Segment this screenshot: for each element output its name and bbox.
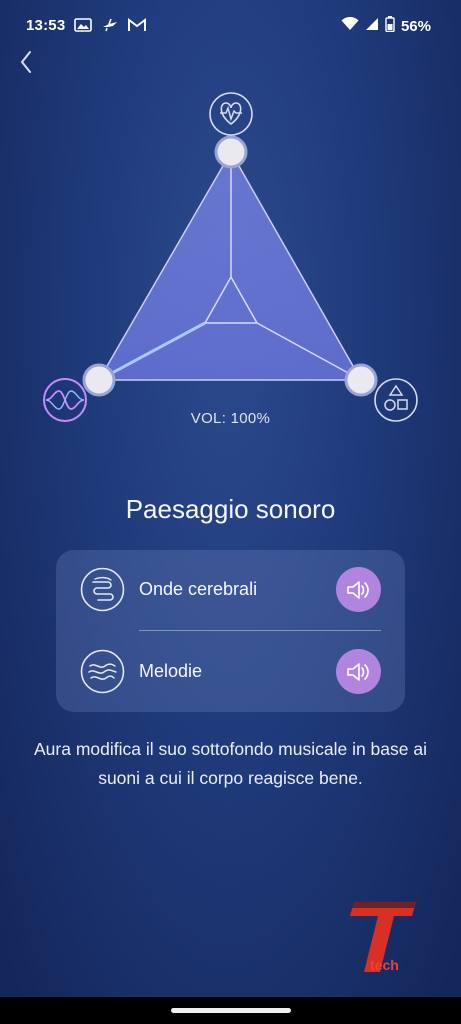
right-handle[interactable] [344,363,378,397]
sound-row-label: Onde cerebrali [139,579,258,599]
status-right: 56% [341,16,431,36]
row-divider [139,630,381,631]
sound-row-brainwaves: Onde cerebrali [56,550,405,630]
speaker-icon [346,580,369,599]
gmail-icon [128,18,146,32]
status-bar: 13:53 56% [0,0,461,52]
heart-pulse-icon[interactable] [209,92,253,136]
watermark-text: tech [370,957,399,973]
sound-card: Onde cerebrali Melodie [56,550,405,712]
left-handle[interactable] [82,363,116,397]
status-time: 13:53 [26,17,66,34]
battery-percent: 56% [400,17,431,35]
back-button[interactable] [14,48,38,76]
section-title: Paesaggio sonoro [125,494,336,524]
waves-icon [80,649,125,694]
play-melodies-button[interactable] [336,649,381,694]
wifi-icon [341,16,359,35]
chevron-left-icon [20,51,31,73]
brain-icon [80,567,125,612]
battery-icon [385,16,395,36]
navigation-bar [0,997,461,1024]
sound-row-label: Melodie [139,661,203,681]
home-gesture-handle[interactable] [171,1008,291,1013]
sound-row-melodies: Melodie [56,632,405,712]
outer-triangle [97,150,363,381]
status-notification-icons [74,18,146,32]
top-handle[interactable] [214,135,248,169]
drone-icon [101,18,119,32]
description-text: Aura modifica il suo sottofondo musicale… [34,739,427,788]
soundscape-triangle [43,92,418,422]
speaker-icon [346,662,369,681]
photo-icon [74,18,92,32]
signal-icon [365,17,379,35]
play-brainwaves-button[interactable] [336,567,381,612]
volume-label: VOL: 100% [190,410,271,427]
